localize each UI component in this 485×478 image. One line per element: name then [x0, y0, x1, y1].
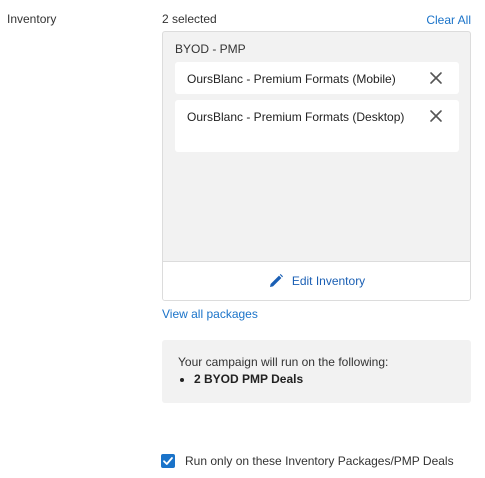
selected-package-chip: OursBlanc - Premium Formats (Mobile) — [175, 62, 459, 94]
run-only-label[interactable]: Run only on these Inventory Packages/PMP… — [185, 454, 454, 468]
selected-package-label: OursBlanc - Premium Formats (Desktop) — [187, 110, 405, 124]
inventory-section-label: Inventory — [7, 12, 57, 26]
summary-item: 2 BYOD PMP Deals — [194, 372, 455, 386]
close-icon[interactable] — [429, 109, 443, 123]
clear-all-link[interactable]: Clear All — [426, 13, 471, 27]
view-all-packages-link[interactable]: View all packages — [162, 307, 258, 321]
selected-package-chip: OursBlanc - Premium Formats (Desktop) — [175, 100, 459, 152]
edit-inventory-label: Edit Inventory — [291, 274, 366, 288]
group-title: BYOD - PMP — [175, 42, 246, 56]
close-icon[interactable] — [429, 71, 443, 85]
selected-package-label: OursBlanc - Premium Formats (Mobile) — [187, 72, 396, 86]
summary-intro: Your campaign will run on the following: — [178, 355, 389, 369]
pencil-icon — [268, 273, 284, 289]
selected-count: 2 selected — [162, 12, 217, 26]
edit-inventory-button[interactable]: Edit Inventory — [163, 261, 470, 300]
checkmark-icon — [163, 457, 173, 465]
summary-list: 2 BYOD PMP Deals — [178, 372, 455, 386]
run-only-checkbox[interactable] — [161, 454, 175, 468]
selected-inventory-panel: BYOD - PMP OursBlanc - Premium Formats (… — [162, 31, 471, 301]
campaign-summary-box: Your campaign will run on the following:… — [162, 340, 471, 403]
